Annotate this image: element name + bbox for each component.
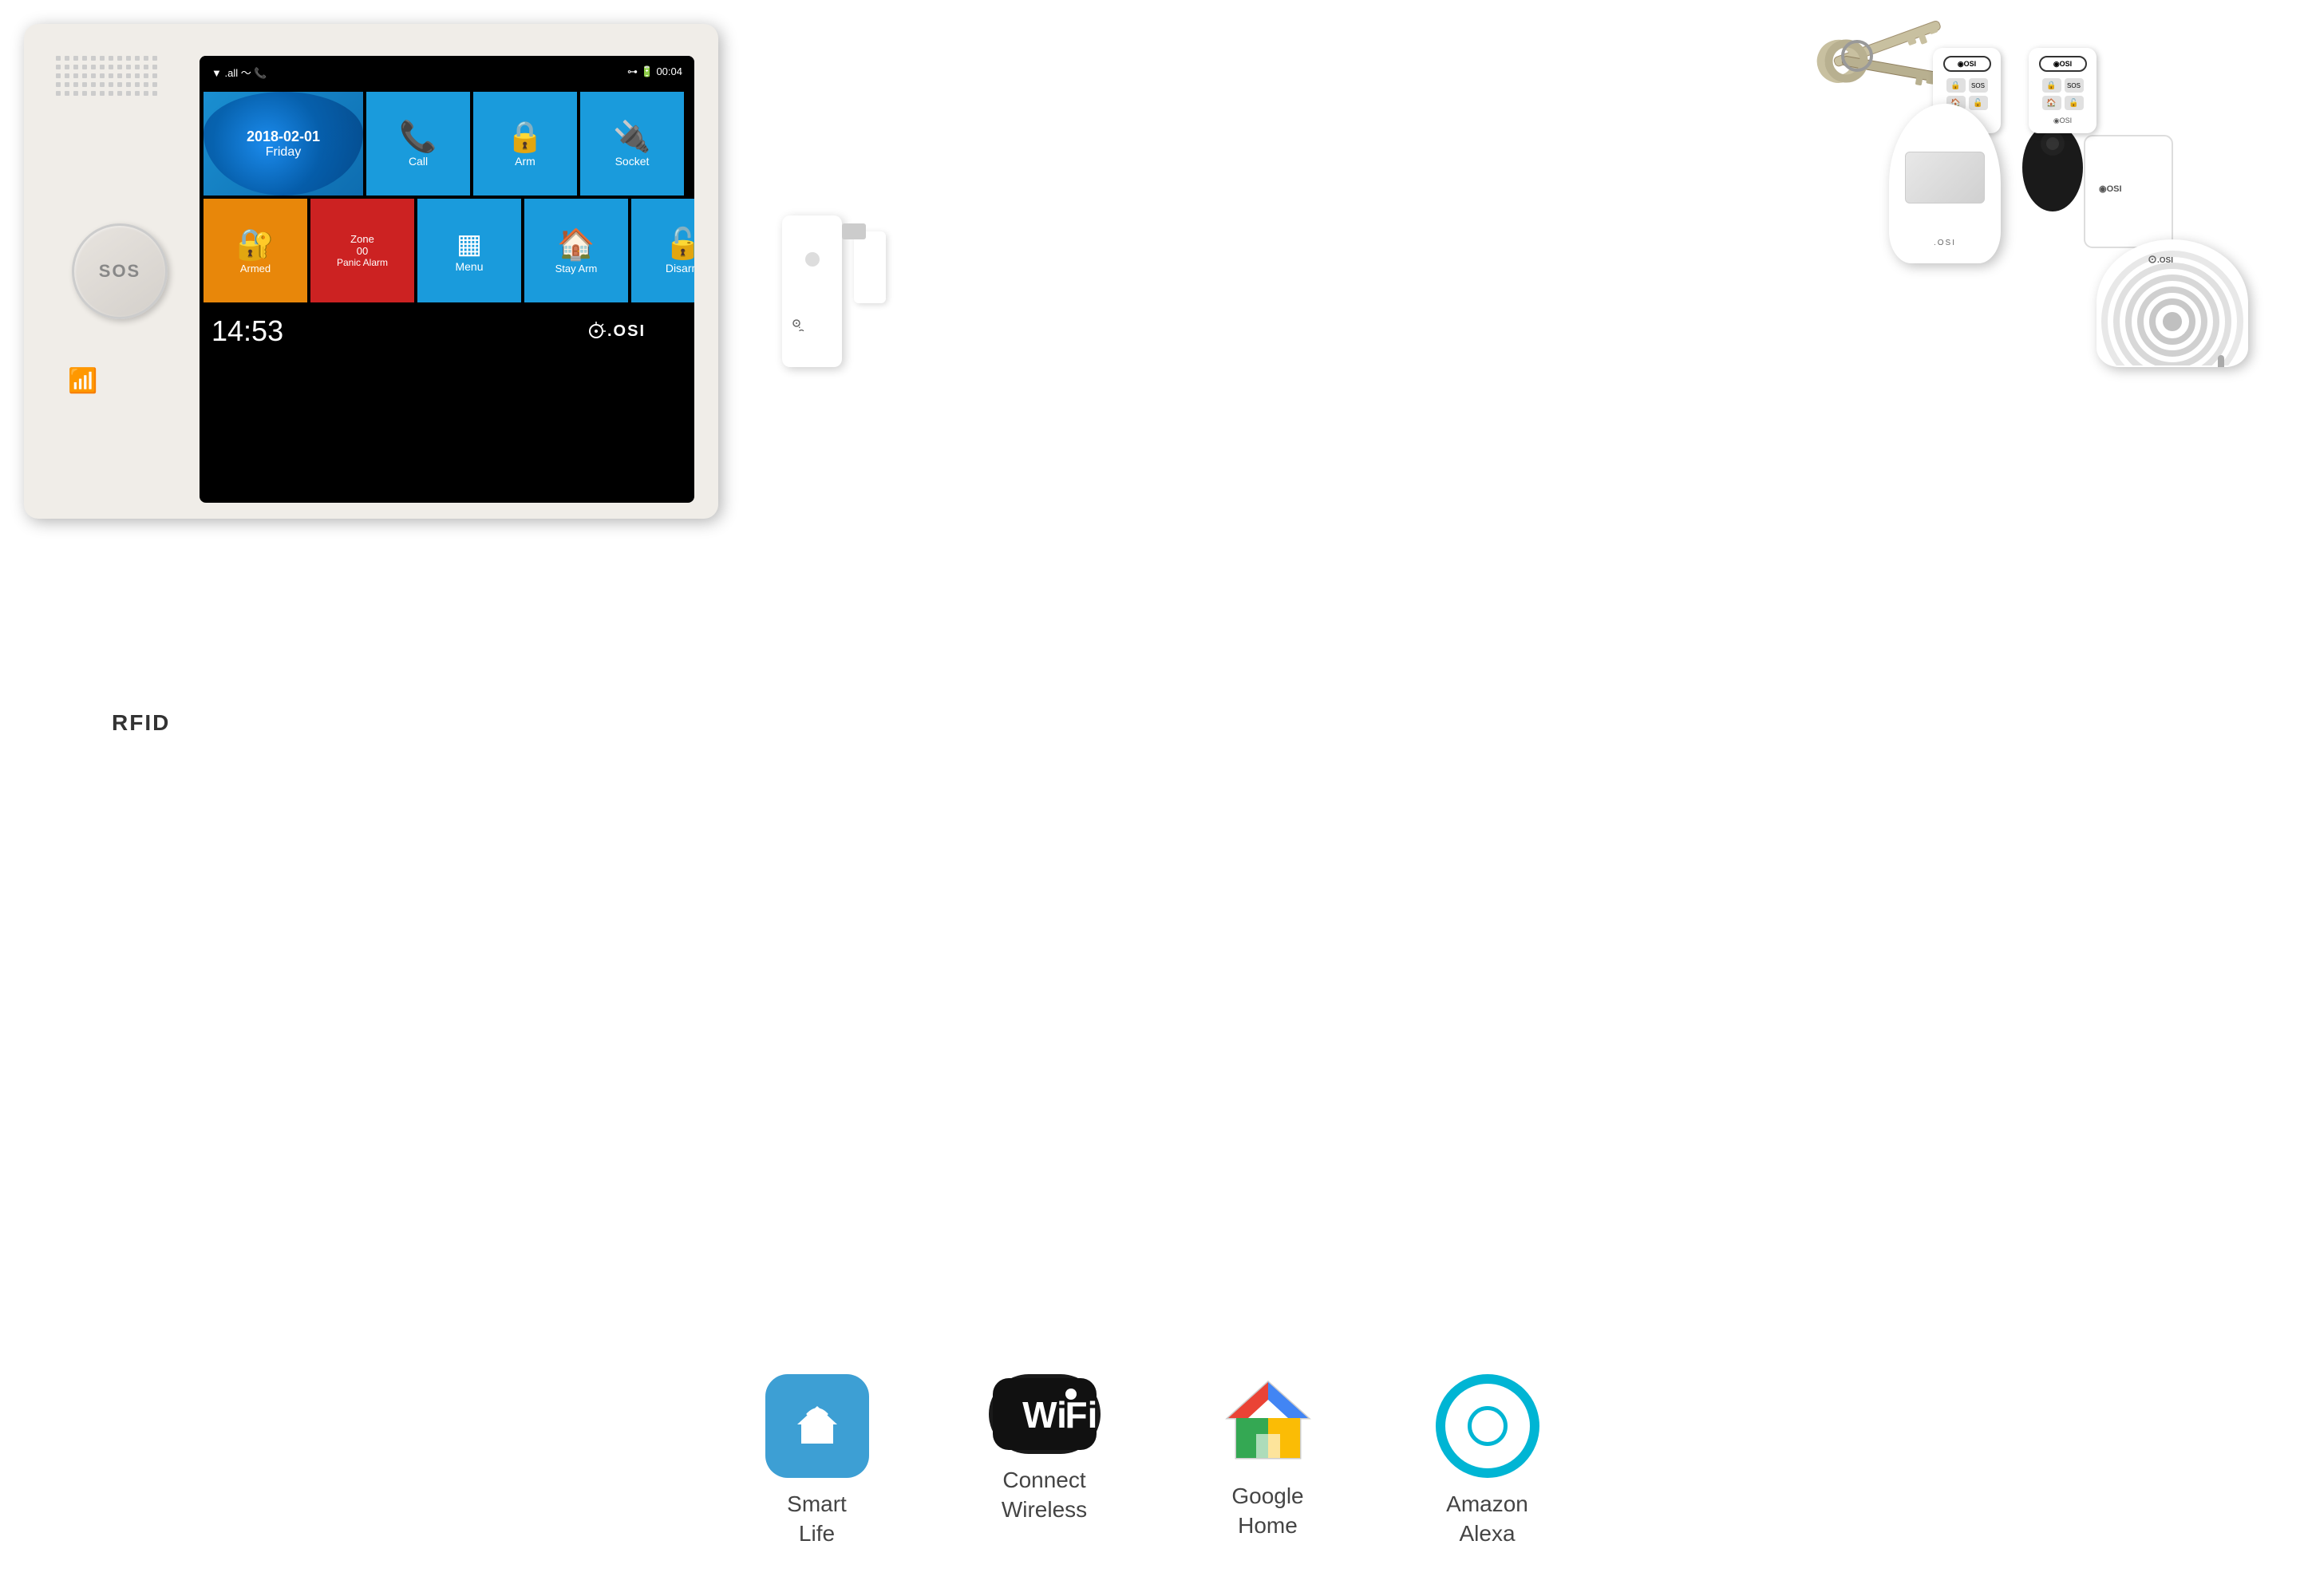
google-home-label: Google Home (1231, 1482, 1303, 1540)
sos-button[interactable]: SOS (72, 223, 168, 319)
remote2-btn-sos[interactable]: SOS (2065, 78, 2084, 93)
tile-menu[interactable]: ▦ Menu (417, 199, 521, 302)
siren-brand-label: .OSI (2148, 251, 2196, 271)
socket-icon: 🔌 (613, 120, 650, 155)
svg-text:Fi: Fi (1065, 1394, 1096, 1436)
touch-screen[interactable]: ▼ .all 〜 📞 ⊶ 🔋 00:04 2018-02-01 Friday 📞 (200, 56, 694, 503)
google-home-app: Google Home (1220, 1374, 1316, 1540)
zone-number: Zone00 (350, 233, 374, 257)
siren: .OSI (2097, 239, 2248, 367)
alexa-icon (1436, 1374, 1539, 1478)
remote1-brand-badge: ◉OSI (1943, 56, 1991, 72)
speaker-grille (48, 48, 176, 120)
wifi-label: Connect Wireless (1002, 1466, 1087, 1524)
remote2-buttons: 🔒 SOS 🏠 🔓 (2042, 78, 2084, 110)
svg-text:.OSI: .OSI (607, 322, 646, 340)
tile-disarm[interactable]: 🔓 Disarm (631, 199, 694, 302)
arm-icon: 🔒 (506, 120, 543, 155)
battery-status: ⊶ 🔋 00:04 (627, 65, 682, 78)
day-value: Friday (247, 145, 320, 160)
smart-life-svg (785, 1394, 849, 1458)
tile-armed[interactable]: 🔐 Armed (204, 199, 307, 302)
armed-label: Armed (240, 263, 271, 275)
alarm-panel: SOS RFID 📶 ▼ .all 〜 📞 ⊶ 🔋 00:04 2018-02-… (24, 24, 718, 519)
call-icon: 📞 (399, 120, 437, 155)
wifi-app: Wi Fi Connect Wireless (989, 1374, 1101, 1524)
panic-label: Panic Alarm (337, 257, 388, 268)
alexa-label: Amazon Alexa (1446, 1490, 1528, 1548)
remote1-btn-lock[interactable]: 🔒 (1946, 78, 1966, 93)
pir-lens (1905, 152, 1985, 203)
remote2-btn-lock[interactable]: 🔒 (2042, 78, 2061, 93)
tile-panic[interactable]: Zone00 Panic Alarm (310, 199, 414, 302)
smart-life-icon (765, 1374, 869, 1478)
call-label: Call (409, 155, 428, 168)
remote2-btn-unlock[interactable]: 🔓 (2065, 96, 2084, 110)
svg-text:Wi: Wi (1022, 1394, 1067, 1436)
smart-life-label: Smart Life (787, 1490, 847, 1548)
remote1-btn-sos[interactable]: SOS (1969, 78, 1988, 93)
svg-text:.OSI: .OSI (2157, 256, 2173, 265)
tile-call[interactable]: 📞 Call (366, 92, 470, 196)
rfid-label: RFID (112, 710, 170, 736)
door-sensor-brand-label: .OSI (792, 315, 832, 331)
bottom-apps-section: Smart Life Wi Fi Connect Wireless (0, 1374, 2304, 1548)
signal-icon: ▼ .all 〜 📞 (211, 65, 267, 80)
sos-label: SOS (99, 261, 140, 282)
svg-text:.OSI: .OSI (797, 326, 805, 331)
remote2-btn-home[interactable]: 🏠 (2042, 96, 2061, 110)
pir-brand-label: .OSI (1934, 239, 1956, 247)
rfid-waves-icon: 📶 (68, 367, 97, 395)
disarm-icon: 🔓 (664, 227, 694, 262)
screen-brand: .OSI (587, 319, 682, 343)
menu-icon: ▦ (456, 228, 482, 260)
amazon-alexa-app: Amazon Alexa (1436, 1374, 1539, 1548)
screen-bottom-bar: 14:53 .OSI (200, 306, 694, 356)
tile-socket[interactable]: 🔌 Socket (580, 92, 684, 196)
stay-arm-label: Stay Arm (555, 263, 598, 275)
siren-cable (2218, 355, 2224, 367)
armed-icon: 🔐 (236, 227, 274, 263)
door-sensor-led (805, 252, 820, 267)
menu-label: Menu (455, 260, 483, 273)
arm-label: Arm (515, 155, 535, 168)
remote2-osi-text: ◉OSI (2053, 117, 2072, 125)
remote2-brand-badge: ◉OSI (2039, 56, 2087, 72)
tile-stay-arm[interactable]: 🏠 Stay Arm (524, 199, 628, 302)
remote2-brand-label: ◉OSI (2053, 60, 2072, 69)
door-sensor-bracket (842, 223, 866, 239)
alexa-inner-circle (1468, 1406, 1508, 1446)
door-sensor-magnet (854, 231, 886, 303)
remote-2: ◉OSI 🔒 SOS 🏠 🔓 ◉OSI (2029, 48, 2097, 133)
tile-arm[interactable]: 🔒 Arm (473, 92, 577, 196)
stay-arm-icon: 🏠 (557, 227, 595, 263)
date-value: 2018-02-01 (247, 128, 320, 145)
google-home-icon (1220, 1374, 1316, 1470)
google-home-svg (1220, 1374, 1316, 1470)
smart-life-app: Smart Life (765, 1374, 869, 1548)
pir-sensor: .OSI (1889, 104, 2001, 263)
screen-status-bar: ▼ .all 〜 📞 ⊶ 🔋 00:04 (200, 56, 694, 88)
door-sensor: .OSI (782, 215, 842, 367)
wifi-icon: Wi Fi (989, 1374, 1101, 1454)
screen-clock: 14:53 (211, 314, 283, 348)
screen-tiles: 2018-02-01 Friday 📞 Call 🔒 Arm 🔌 (200, 88, 694, 306)
socket-label: Socket (615, 155, 650, 168)
remote1-brand-label: ◉OSI (1958, 60, 1976, 69)
tile-date[interactable]: 2018-02-01 Friday (204, 92, 363, 196)
disarm-label: Disarm (666, 262, 694, 275)
